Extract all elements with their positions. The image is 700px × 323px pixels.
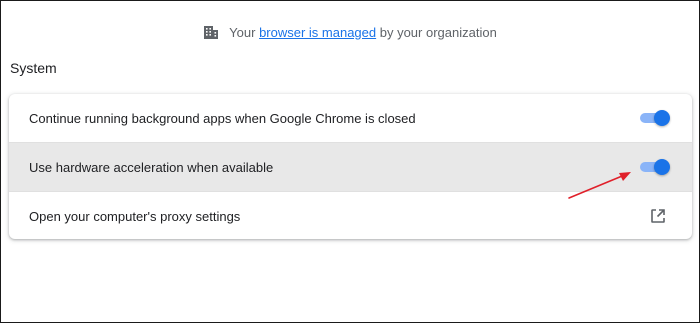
banner-suffix: by your organization bbox=[376, 24, 497, 40]
toggle-knob bbox=[654, 110, 670, 126]
toggle-knob bbox=[654, 159, 670, 175]
system-settings-card: Continue running background apps when Go… bbox=[9, 94, 692, 239]
setting-row-hardware-acceleration[interactable]: Use hardware acceleration when available bbox=[9, 143, 692, 191]
banner-prefix: Your bbox=[229, 24, 260, 40]
building-icon bbox=[203, 24, 219, 40]
setting-label: Use hardware acceleration when available bbox=[29, 159, 274, 175]
browser-managed-link[interactable]: browser is managed bbox=[259, 25, 376, 40]
setting-row-background-apps[interactable]: Continue running background apps when Go… bbox=[9, 94, 692, 142]
open-in-new-icon[interactable] bbox=[648, 206, 668, 226]
setting-label: Open your computer's proxy settings bbox=[29, 208, 241, 224]
hardware-acceleration-toggle[interactable] bbox=[638, 159, 670, 175]
background-apps-toggle[interactable] bbox=[638, 110, 670, 126]
settings-window: Your browser is managed by your organiza… bbox=[0, 0, 700, 323]
setting-label: Continue running background apps when Go… bbox=[29, 110, 416, 126]
section-title: System bbox=[10, 60, 57, 76]
managed-banner: Your browser is managed by your organiza… bbox=[1, 22, 699, 42]
setting-row-proxy-settings[interactable]: Open your computer's proxy settings bbox=[9, 192, 692, 239]
